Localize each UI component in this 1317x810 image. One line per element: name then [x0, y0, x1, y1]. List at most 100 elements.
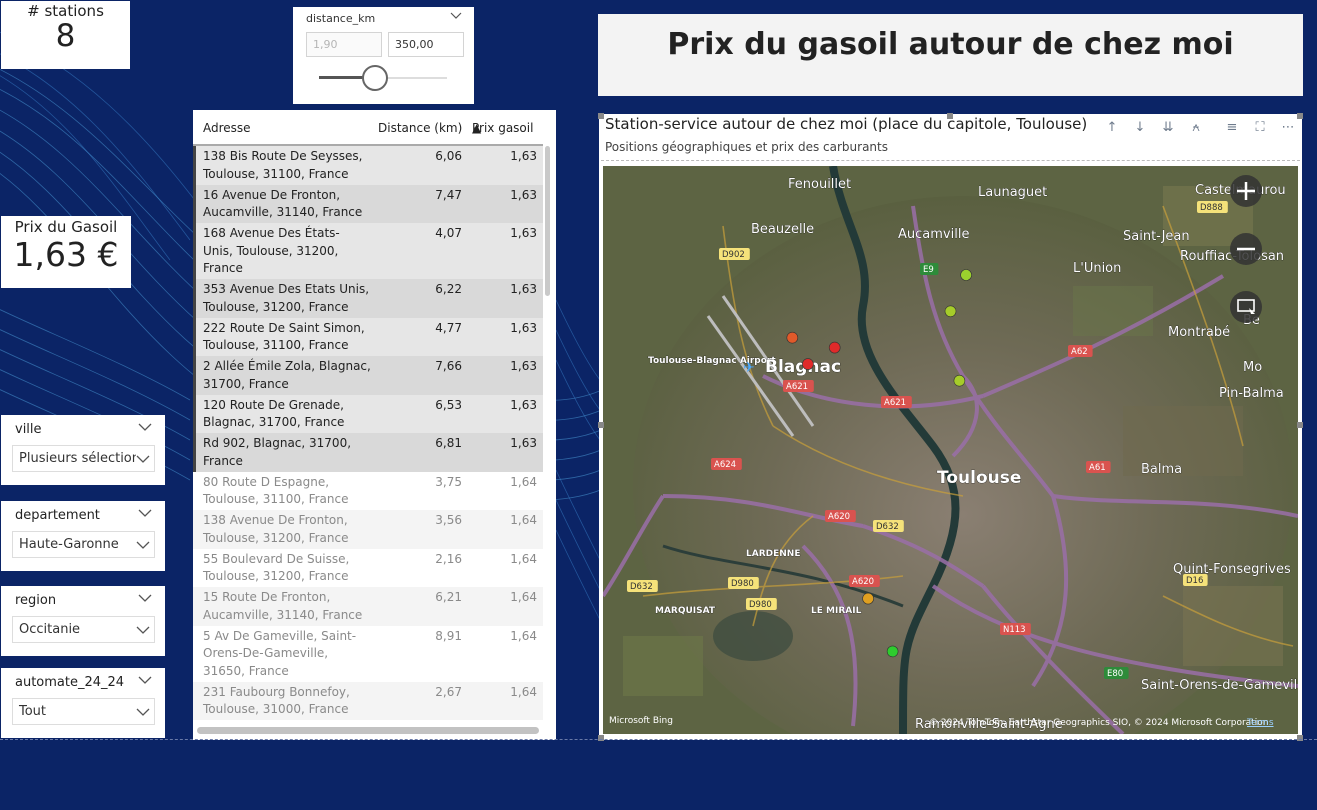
- map-canvas[interactable]: D888 D902 E9 A62 A621 A621 A624 A61 A620 D632 D632…: [603, 166, 1298, 734]
- cell-address-line: 31650, France: [203, 663, 289, 678]
- region-dropdown[interactable]: Occitanie: [12, 616, 155, 643]
- table-row[interactable]: 222 Route De Saint Simon, Toulouse, 31100…: [193, 317, 543, 356]
- road-label: D888: [1200, 203, 1223, 213]
- resize-handle[interactable]: [1297, 422, 1303, 428]
- stations-table: Adresse Distance (km) Prix gasoil ▲ 138 …: [193, 110, 556, 740]
- road-label: A621: [884, 398, 906, 408]
- place-label: Pin-Balma: [1219, 386, 1284, 401]
- automate-dropdown[interactable]: Tout: [12, 698, 155, 725]
- station-marker[interactable]: [802, 358, 814, 370]
- terms-link[interactable]: Terms: [1247, 718, 1274, 728]
- distance-slider-thumb[interactable]: [362, 65, 389, 91]
- station-marker[interactable]: [862, 592, 874, 605]
- column-header-address[interactable]: Adresse: [203, 121, 251, 135]
- table-row[interactable]: 138 Bis Route De Seysses, Toulouse, 31100…: [193, 146, 543, 185]
- table-row[interactable]: 15 Route De Fronton, Aucamville, 31140, F…: [193, 587, 543, 626]
- more-options-icon[interactable]: ⋯: [1278, 118, 1298, 138]
- cell-address-line: Toulouse, 31100, France: [203, 338, 349, 352]
- focus-mode-icon[interactable]: ⛶: [1250, 118, 1270, 138]
- cell-address-line: Unis, Toulouse, 31200,: [203, 243, 339, 258]
- cell-distance: 4,77: [435, 320, 462, 335]
- table-vertical-scrollbar[interactable]: [545, 146, 550, 296]
- table-row[interactable]: 231 Faubourg Bonnefoy, Toulouse, 31000, F…: [193, 681, 543, 720]
- cell-address-line: France: [203, 261, 243, 275]
- road-label: E80: [1107, 669, 1123, 679]
- resize-handle[interactable]: [598, 113, 604, 119]
- place-label: Beauzelle: [751, 222, 814, 237]
- expand-hierarchy-icon[interactable]: ⍲: [1186, 118, 1206, 138]
- cell-price: 1,63: [510, 187, 537, 202]
- cell-price: 1,63: [510, 320, 537, 335]
- table-row[interactable]: 16 Avenue De Fronton, Aucamville, 31140, …: [193, 184, 543, 223]
- ville-dropdown[interactable]: Plusieurs sélections: [12, 445, 155, 472]
- table-row[interactable]: 138 Avenue De Fronton, Toulouse, 31200, F…: [193, 510, 543, 549]
- table-row[interactable]: 168 Avenue Des États- Unis, Toulouse, 312…: [193, 223, 543, 279]
- map-subtitle: Positions géographiques et prix des carb…: [605, 140, 888, 154]
- departement-dropdown-value: Haute-Garonne: [19, 537, 119, 552]
- resize-handle[interactable]: [1297, 735, 1303, 741]
- chevron-down-icon[interactable]: [138, 422, 152, 432]
- table-row[interactable]: 55 Boulevard De Suisse, Toulouse, 31200, …: [193, 548, 543, 587]
- zoom-in-button[interactable]: [1229, 174, 1263, 208]
- place-label: LARDENNE: [746, 549, 800, 559]
- table-body: 138 Bis Route De Seysses, Toulouse, 31100…: [193, 146, 543, 722]
- departement-dropdown[interactable]: Haute-Garonne: [12, 531, 155, 558]
- resize-handle[interactable]: [598, 422, 604, 428]
- station-marker[interactable]: [886, 645, 899, 658]
- road-label: E9: [923, 265, 934, 275]
- cell-address-line: Toulouse, 31100, France: [203, 166, 349, 181]
- table-horizontal-scrollbar[interactable]: [197, 727, 539, 734]
- map-style-button[interactable]: [1229, 290, 1263, 324]
- station-marker[interactable]: [786, 331, 799, 344]
- road-label: N113: [1003, 625, 1026, 635]
- page-title: Prix du gasoil autour de chez moi: [667, 27, 1234, 62]
- table-row[interactable]: 120 Route De Grenade, Blagnac, 31700, Fra…: [193, 394, 543, 433]
- column-header-distance[interactable]: Distance (km): [378, 121, 462, 135]
- station-marker[interactable]: [944, 305, 957, 318]
- chevron-down-icon[interactable]: [138, 593, 152, 603]
- resize-handle[interactable]: [1297, 113, 1303, 119]
- place-label: LE MIRAIL: [811, 606, 862, 616]
- satellite-map[interactable]: D888 D902 E9 A62 A621 A621 A624 A61 A620 D632 D632…: [603, 166, 1298, 734]
- chevron-down-icon[interactable]: [138, 508, 152, 518]
- filter-icon[interactable]: ≡: [1222, 118, 1242, 138]
- road-label: D980: [731, 579, 754, 589]
- distance-max-input[interactable]: 350,00: [388, 32, 464, 57]
- cell-address: Rd 902, Blagnac, 31700, France: [203, 435, 373, 470]
- table-row[interactable]: 80 Route D Espagne, Toulouse, 31100, Fran…: [193, 471, 543, 510]
- map-title: Station-service autour de chez moi (plac…: [605, 115, 1088, 133]
- cell-address-line: Blagnac, 31700, France: [203, 415, 345, 429]
- chevron-down-icon[interactable]: [138, 675, 152, 685]
- cell-distance: 3,75: [435, 474, 462, 489]
- place-label: Toulouse: [937, 468, 1021, 488]
- place-label: Montrabé: [1168, 325, 1230, 340]
- table-row[interactable]: 353 Avenue Des Etats Unis, Toulouse, 3120…: [193, 279, 543, 318]
- cell-address-line: Toulouse, 31200, France: [203, 299, 349, 314]
- cell-price: 1,63: [510, 436, 537, 450]
- cell-address-line: Toulouse, 31200, France: [203, 530, 349, 545]
- station-marker[interactable]: [960, 269, 972, 281]
- resize-handle[interactable]: [947, 113, 953, 119]
- ville-dropdown-value: Plusieurs sélections: [19, 451, 147, 466]
- cell-address-line: Orens-De-Gameville,: [203, 646, 329, 660]
- chevron-down-icon: [136, 625, 150, 635]
- table-header: Adresse Distance (km) Prix gasoil ▲: [193, 110, 543, 146]
- distance-min-input[interactable]: 1,90: [306, 32, 382, 57]
- table-row[interactable]: 5 Av De Gameville, Saint- Orens-De-Gamevi…: [193, 625, 543, 682]
- distance-slicer-title: distance_km: [306, 12, 376, 25]
- table-row[interactable]: 65 Route D Agde3,881,64: [193, 720, 543, 722]
- arrow-up-icon[interactable]: ↑: [1102, 118, 1122, 138]
- cell-address: 55 Boulevard De Suisse, Toulouse, 31200, …: [203, 551, 373, 586]
- cell-address-line: 222 Route De Saint Simon,: [203, 320, 365, 335]
- zoom-out-button[interactable]: [1229, 232, 1263, 266]
- road-label: A621: [786, 382, 808, 392]
- table-row[interactable]: 2 Allée Émile Zola, Blagnac, 31700, Franc…: [193, 356, 543, 395]
- table-row[interactable]: Rd 902, Blagnac, 31700, France 6,81 1,63: [193, 433, 543, 472]
- arrow-down-icon[interactable]: ↓: [1130, 118, 1150, 138]
- chevron-down-icon[interactable]: [450, 11, 462, 21]
- station-marker[interactable]: [828, 341, 841, 354]
- double-arrow-down-icon[interactable]: ⇊: [1158, 118, 1178, 138]
- cell-address-line: Toulouse, 31000, France: [203, 702, 349, 716]
- station-marker[interactable]: [953, 374, 966, 387]
- resize-handle[interactable]: [598, 735, 604, 741]
